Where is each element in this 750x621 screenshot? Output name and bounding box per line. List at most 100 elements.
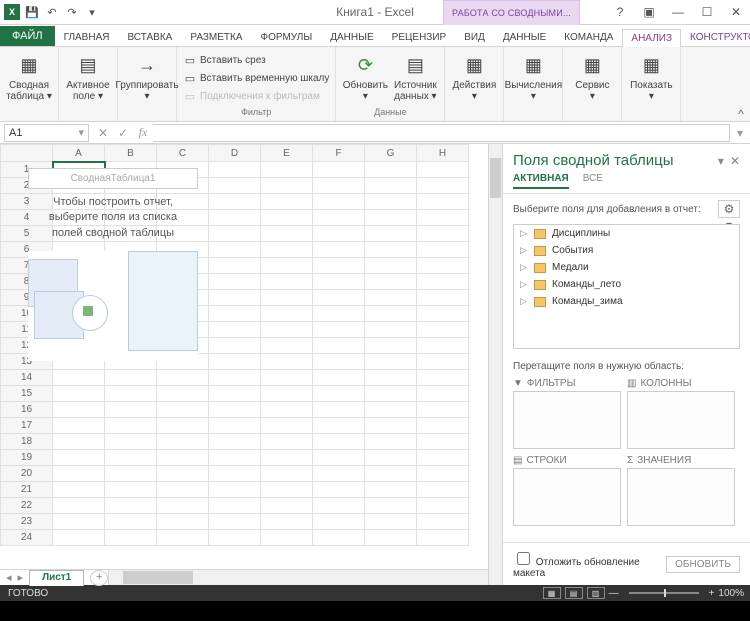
- cell[interactable]: [261, 466, 313, 482]
- cell[interactable]: [417, 450, 469, 466]
- cell[interactable]: [417, 434, 469, 450]
- cell[interactable]: [209, 258, 261, 274]
- cell[interactable]: [313, 370, 365, 386]
- cell[interactable]: [53, 450, 105, 466]
- row-header[interactable]: 16: [1, 402, 53, 418]
- cell[interactable]: [209, 290, 261, 306]
- cell[interactable]: [417, 226, 469, 242]
- cell[interactable]: [261, 482, 313, 498]
- cell[interactable]: [365, 306, 417, 322]
- cell[interactable]: [365, 450, 417, 466]
- cell[interactable]: [209, 354, 261, 370]
- vertical-scrollbar[interactable]: [488, 144, 502, 585]
- row-header[interactable]: 17: [1, 418, 53, 434]
- cell[interactable]: [53, 274, 105, 290]
- cell[interactable]: [261, 178, 313, 194]
- cell[interactable]: [157, 450, 209, 466]
- cell[interactable]: [209, 210, 261, 226]
- cell[interactable]: [261, 498, 313, 514]
- cell[interactable]: [105, 338, 157, 354]
- cell[interactable]: [53, 306, 105, 322]
- qat-dropdown-icon[interactable]: ▾: [82, 2, 102, 22]
- tab-formulas[interactable]: ФОРМУЛЫ: [252, 28, 322, 46]
- cell[interactable]: [313, 274, 365, 290]
- col-header[interactable]: C: [157, 145, 209, 162]
- pane-gear-button[interactable]: ⚙ ▾: [718, 200, 740, 218]
- cell[interactable]: [261, 450, 313, 466]
- row-header[interactable]: 4: [1, 210, 53, 226]
- cell[interactable]: [53, 514, 105, 530]
- col-header[interactable]: G: [365, 145, 417, 162]
- tab-insert[interactable]: ВСТАВКА: [118, 28, 181, 46]
- cell[interactable]: [157, 338, 209, 354]
- cell[interactable]: [53, 402, 105, 418]
- row-header[interactable]: 14: [1, 370, 53, 386]
- cell[interactable]: [157, 370, 209, 386]
- field-item[interactable]: ▷События: [514, 242, 739, 259]
- defer-layout-checkbox[interactable]: Отложить обновление макета: [513, 549, 666, 579]
- cell[interactable]: [209, 322, 261, 338]
- cell[interactable]: [105, 530, 157, 546]
- tab-home[interactable]: ГЛАВНАЯ: [55, 28, 119, 46]
- view-layout-icon[interactable]: ▤: [565, 587, 583, 599]
- col-header[interactable]: B: [105, 145, 157, 162]
- qat-undo-icon[interactable]: ↶: [42, 2, 62, 22]
- expand-icon[interactable]: ▷: [520, 262, 528, 273]
- cell[interactable]: [261, 338, 313, 354]
- cell[interactable]: [313, 322, 365, 338]
- row-header[interactable]: 18: [1, 434, 53, 450]
- cell[interactable]: [365, 274, 417, 290]
- expand-icon[interactable]: ▷: [520, 279, 528, 290]
- cell[interactable]: [365, 498, 417, 514]
- cell[interactable]: [261, 354, 313, 370]
- col-header[interactable]: A: [53, 145, 105, 162]
- active-field-button[interactable]: ▤Активное поле ▾: [63, 49, 113, 107]
- cell[interactable]: [313, 498, 365, 514]
- refresh-button[interactable]: ⟳Обновить ▾: [340, 49, 390, 107]
- cell[interactable]: [209, 242, 261, 258]
- cell[interactable]: [209, 434, 261, 450]
- zoom-percent[interactable]: 100%: [718, 588, 744, 599]
- show-button[interactable]: ▦Показать ▾: [626, 49, 676, 107]
- cell[interactable]: [157, 178, 209, 194]
- cell[interactable]: [157, 210, 209, 226]
- formula-input[interactable]: [153, 124, 730, 142]
- expand-icon[interactable]: ▷: [520, 228, 528, 239]
- cell[interactable]: [417, 306, 469, 322]
- cell[interactable]: [417, 290, 469, 306]
- cell[interactable]: [261, 194, 313, 210]
- cell[interactable]: [53, 530, 105, 546]
- cell[interactable]: [417, 338, 469, 354]
- cell[interactable]: [417, 162, 469, 178]
- cell[interactable]: [105, 242, 157, 258]
- cell[interactable]: [261, 210, 313, 226]
- cell[interactable]: [157, 274, 209, 290]
- cell[interactable]: [417, 418, 469, 434]
- cell[interactable]: [53, 498, 105, 514]
- cell[interactable]: [209, 306, 261, 322]
- col-header[interactable]: F: [313, 145, 365, 162]
- cell[interactable]: [53, 210, 105, 226]
- cell[interactable]: [313, 162, 365, 178]
- cell[interactable]: [313, 226, 365, 242]
- tools-button[interactable]: ▦Сервис ▾: [567, 49, 617, 107]
- cell[interactable]: [365, 402, 417, 418]
- cell[interactable]: [365, 530, 417, 546]
- cell[interactable]: [313, 386, 365, 402]
- zoom-slider[interactable]: [629, 592, 699, 594]
- qat-redo-icon[interactable]: ↷: [62, 2, 82, 22]
- cell[interactable]: [417, 274, 469, 290]
- cell[interactable]: [157, 242, 209, 258]
- insert-slicer-button[interactable]: ▭Вставить срез: [181, 51, 331, 69]
- cell[interactable]: [105, 370, 157, 386]
- close-button[interactable]: ✕: [722, 0, 750, 25]
- row-header[interactable]: 8: [1, 274, 53, 290]
- insert-timeline-button[interactable]: ▭Вставить временную шкалу: [181, 69, 331, 87]
- data-source-button[interactable]: ▤Источник данных ▾: [390, 49, 440, 107]
- collapse-ribbon-button[interactable]: ^: [732, 47, 750, 121]
- cell[interactable]: [105, 402, 157, 418]
- col-header[interactable]: E: [261, 145, 313, 162]
- row-header[interactable]: 15: [1, 386, 53, 402]
- cell[interactable]: [105, 386, 157, 402]
- cell[interactable]: [209, 178, 261, 194]
